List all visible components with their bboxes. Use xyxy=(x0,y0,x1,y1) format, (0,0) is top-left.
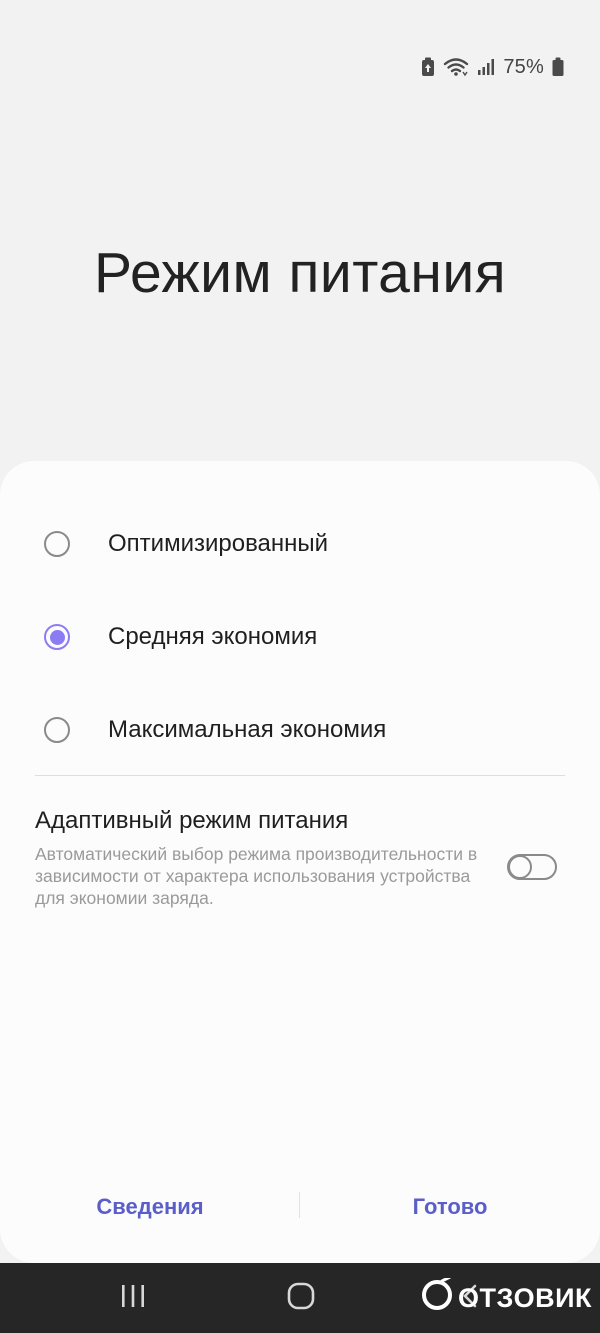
details-button[interactable]: Сведения xyxy=(50,1187,250,1227)
option-optimized[interactable]: Оптимизированный xyxy=(36,514,566,574)
recents-icon xyxy=(120,1284,146,1313)
battery-percent: 75% xyxy=(503,55,544,78)
radio-button-selected[interactable] xyxy=(44,624,70,650)
option-max-saving[interactable]: Максимальная экономия xyxy=(36,700,566,760)
navigation-bar: ОТЗОВИК xyxy=(0,1263,600,1333)
battery-saver-icon xyxy=(421,57,435,77)
otzovik-logo-icon xyxy=(420,1275,454,1319)
home-icon xyxy=(287,1282,315,1315)
toggle-knob xyxy=(508,855,532,879)
wifi-icon xyxy=(443,57,469,77)
adaptive-title: Адаптивный режим питания xyxy=(35,807,349,834)
status-bar: 75% xyxy=(421,50,564,84)
watermark-text: ОТЗОВИК xyxy=(458,1283,592,1313)
button-separator xyxy=(299,1192,300,1218)
adaptive-toggle[interactable] xyxy=(507,854,557,880)
power-mode-sheet: Оптимизированный Средняя экономия Максим… xyxy=(0,461,600,1263)
page-title: Режим питания xyxy=(93,241,507,305)
radio-button[interactable] xyxy=(44,531,70,557)
adaptive-power-setting[interactable]: Адаптивный режим питания Автоматический … xyxy=(35,807,565,909)
option-label: Средняя экономия xyxy=(108,623,318,650)
radio-button[interactable] xyxy=(44,717,70,743)
battery-icon xyxy=(552,57,564,77)
signal-icon xyxy=(477,57,495,77)
home-button[interactable] xyxy=(271,1277,331,1319)
divider xyxy=(35,775,565,776)
done-button[interactable]: Готово xyxy=(350,1187,550,1227)
otzovik-watermark: ОТЗОВИК xyxy=(420,1275,592,1319)
option-medium-saving[interactable]: Средняя экономия xyxy=(36,607,566,667)
adaptive-description: Автоматический выбор режима производител… xyxy=(35,844,478,908)
option-label: Оптимизированный xyxy=(108,530,329,557)
option-label: Максимальная экономия xyxy=(108,716,387,743)
recents-button[interactable] xyxy=(103,1277,163,1319)
